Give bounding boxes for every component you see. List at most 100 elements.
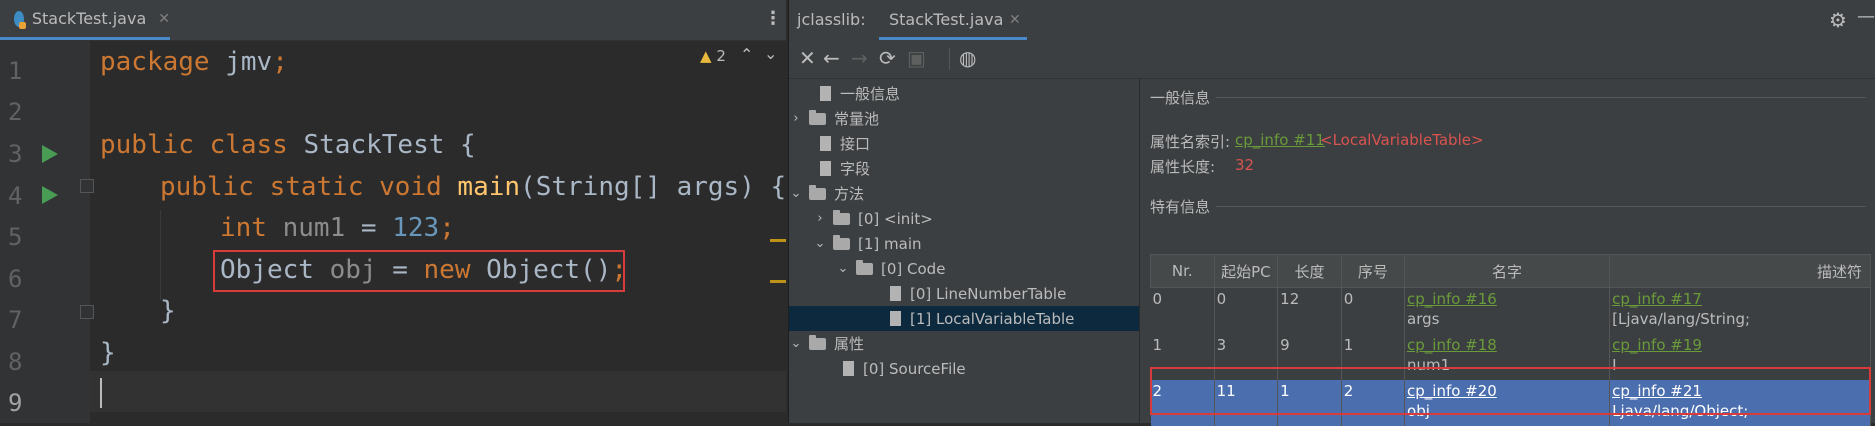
fold-icon[interactable] — [80, 305, 94, 319]
table-row[interactable]: 1 3 9 1 cp_info #18 num1 cp_info #19 I — [1150, 334, 1871, 380]
close-tab-icon[interactable]: ✕ — [1009, 12, 1021, 28]
descriptor-cp-link[interactable]: cp_info #21 — [1612, 382, 1868, 402]
chevron-down-icon[interactable]: ⌄ — [836, 261, 850, 276]
close-icon[interactable]: ✕ — [799, 46, 816, 70]
save-icon[interactable]: ▣ — [907, 46, 926, 70]
more-options-icon[interactable]: ⋮ — [764, 8, 782, 29]
code-line-7[interactable]: } — [160, 290, 176, 332]
tree-item-local-variable-table[interactable]: [1] LocalVariableTable — [789, 306, 1139, 331]
warnings-indicator[interactable]: ▲ 2 — [700, 47, 726, 65]
folder-icon — [809, 109, 826, 125]
cell-index: 1 — [1341, 334, 1406, 380]
chevron-down-icon[interactable]: ⌄ — [764, 44, 777, 63]
name-value: num1 — [1407, 356, 1451, 374]
chevron-right-icon[interactable]: › — [789, 111, 803, 126]
editor-tab-stacktest[interactable]: StackTest.java ✕ — [0, 0, 170, 40]
tree-item-methods[interactable]: ⌄ 方法 — [789, 181, 1139, 206]
warning-stripe-marker[interactable] — [770, 239, 786, 242]
warning-icon: ▲ — [700, 47, 712, 65]
tree-item-line-number-table[interactable]: [0] LineNumberTable — [789, 281, 1139, 306]
code-line-4[interactable]: public static void main(String[] args) { — [160, 166, 786, 208]
line-number: 2 — [8, 98, 23, 126]
tree-item-method-main[interactable]: ⌄ [1] main — [789, 231, 1139, 256]
tree-item-constant-pool[interactable]: › 常量池 — [789, 106, 1139, 131]
chevron-up-icon[interactable]: ⌃ — [740, 45, 753, 64]
run-class-icon[interactable] — [42, 145, 58, 163]
descriptor-value: [Ljava/lang/String; — [1612, 310, 1751, 328]
section-title-general: 一般信息 — [1150, 89, 1211, 107]
code-editor-pane: StackTest.java ✕ ⋮ 1 2 3 4 5 6 7 8 9 pac… — [0, 0, 786, 423]
code-line-8[interactable]: } — [100, 332, 116, 374]
toolbar-separator — [949, 48, 950, 70]
descriptor-cp-link[interactable]: cp_info #19 — [1612, 336, 1868, 356]
tree-item-general-info[interactable]: 一般信息 — [789, 81, 1139, 106]
fold-icon[interactable] — [80, 179, 94, 193]
editor-tab-bar: StackTest.java ✕ ⋮ — [0, 0, 786, 41]
tree-item-source-file[interactable]: [0] SourceFile — [789, 356, 1139, 381]
code-line-5[interactable]: int num1 = 123; — [220, 207, 455, 249]
highlight-annotation-box — [213, 250, 625, 292]
run-main-icon[interactable] — [42, 186, 58, 204]
jclasslib-tab-label: StackTest.java — [889, 10, 1004, 29]
col-header-name[interactable]: 名字 — [1404, 254, 1611, 288]
chevron-down-icon[interactable]: ⌄ — [789, 336, 803, 351]
chevron-down-icon[interactable]: ⌄ — [789, 186, 803, 201]
close-tab-icon[interactable]: ✕ — [158, 11, 170, 27]
globe-icon[interactable]: ◍ — [959, 46, 976, 70]
line-number: 3 — [8, 140, 23, 168]
table-row[interactable]: 0 0 12 0 cp_info #16 args cp_info #17 [Lja… — [1150, 287, 1871, 334]
section-divider — [1216, 97, 1866, 98]
section-title-specific: 特有信息 — [1150, 198, 1211, 216]
descriptor-value: I — [1612, 356, 1617, 374]
col-header-nr[interactable]: Nr. — [1150, 254, 1215, 288]
attr-length-label: 属性长度: — [1150, 158, 1216, 176]
cell-nr: 2 — [1150, 380, 1215, 426]
gear-icon[interactable]: ⚙ — [1829, 8, 1847, 32]
jclasslib-header: jclasslib: StackTest.java ✕ ⚙ — — [789, 0, 1875, 40]
tree-item-fields[interactable]: 字段 — [789, 156, 1139, 181]
name-value: args — [1407, 310, 1440, 328]
tree-item-method-init[interactable]: › [0] <init> — [789, 206, 1139, 231]
chevron-down-icon[interactable]: ⌄ — [813, 236, 827, 251]
name-cp-link[interactable]: cp_info #16 — [1407, 290, 1607, 310]
code-line-1[interactable]: package jmv; — [100, 41, 288, 83]
warning-stripe-marker[interactable] — [770, 280, 786, 283]
folder-icon — [809, 184, 826, 200]
tree-item-code[interactable]: ⌄ [0] Code — [789, 256, 1139, 281]
col-header-length[interactable]: 长度 — [1277, 254, 1342, 288]
cell-descriptor: cp_info #17 [Ljava/lang/String; — [1609, 287, 1871, 334]
cell-length: 9 — [1277, 334, 1342, 380]
line-number: 9 — [8, 389, 23, 417]
col-header-index[interactable]: 序号 — [1340, 254, 1406, 288]
jclasslib-tab-stacktest[interactable]: StackTest.java ✕ — [879, 0, 1027, 40]
attr-name-cp-link[interactable]: cp_info #11 — [1235, 131, 1325, 149]
tree-item-attributes[interactable]: ⌄ 属性 — [789, 331, 1139, 356]
folder-icon — [856, 259, 873, 275]
tree-item-interfaces[interactable]: 接口 — [789, 131, 1139, 156]
line-number: 7 — [8, 306, 23, 334]
table-row-selected[interactable]: 2 11 1 2 cp_info #20 obj cp_info #21 Ljava… — [1150, 380, 1871, 426]
line-number: 8 — [8, 348, 23, 376]
name-value: obj — [1407, 402, 1430, 420]
col-header-descriptor[interactable]: 描述符 — [1609, 254, 1871, 288]
name-cp-link[interactable]: cp_info #20 — [1407, 382, 1607, 402]
chevron-right-icon[interactable]: › — [813, 211, 827, 226]
back-arrow-icon[interactable]: ← — [823, 46, 840, 70]
minimize-icon[interactable]: — — [1857, 6, 1875, 27]
forward-arrow-icon[interactable]: → — [851, 46, 868, 70]
file-icon — [843, 361, 854, 376]
line-number: 6 — [8, 265, 23, 293]
cell-start-pc: 11 — [1214, 380, 1279, 426]
name-cp-link[interactable]: cp_info #18 — [1407, 336, 1607, 356]
cell-nr: 1 — [1150, 334, 1215, 380]
indent-guide — [160, 210, 161, 300]
col-header-start-pc[interactable]: 起始PC — [1213, 254, 1279, 288]
descriptor-cp-link[interactable]: cp_info #17 — [1612, 290, 1868, 310]
refresh-icon[interactable]: ⟳ — [879, 46, 896, 70]
cell-index: 2 — [1341, 380, 1406, 426]
java-class-icon — [14, 10, 26, 29]
jclasslib-toolbar: ✕ ← → ⟳ ▣ ◍ — [789, 40, 1875, 79]
file-icon — [890, 286, 901, 301]
code-line-3[interactable]: public class StackTest { — [100, 124, 476, 166]
attr-length-value: 32 — [1235, 156, 1255, 174]
